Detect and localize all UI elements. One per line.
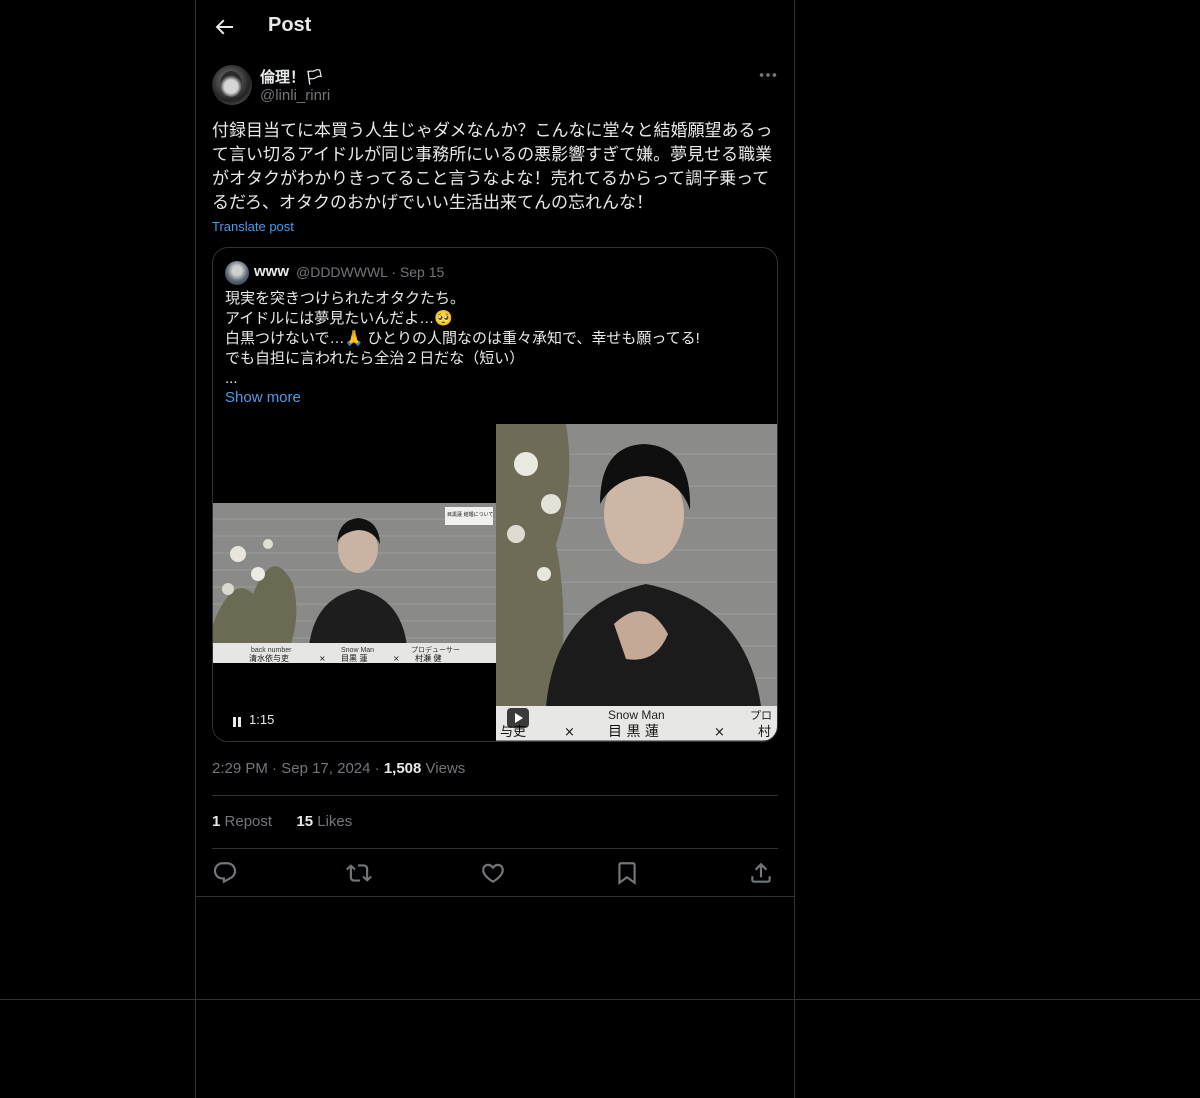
post-metadata: 2:29 PM · Sep 17, 2024 · 1,508 Views <box>212 760 465 777</box>
heart-icon[interactable] <box>480 860 506 886</box>
caption-name: 村瀬 健 <box>415 653 442 663</box>
quoted-line: 白黒つけないで…🙏 ひとりの人間なのは重々承知で、幸せも願ってる! <box>225 330 700 347</box>
author-handle[interactable]: @linli_rinri <box>260 87 330 104</box>
caption-name: 目黒 蓮 <box>341 653 368 663</box>
reposts-label: Repost <box>224 813 273 830</box>
show-more-link[interactable]: Show more <box>225 389 301 406</box>
caption-label: Snow Man <box>341 647 374 654</box>
quoted-author-avatar <box>225 261 249 285</box>
video-duration: 1:15 <box>249 712 275 727</box>
pause-icon[interactable] <box>231 716 243 728</box>
caption-label: back number <box>251 647 292 654</box>
video-player[interactable]: back number Snow Man プロデューサー 清水依与吏 × 目黒 … <box>213 424 496 741</box>
likes-count: 15 <box>296 813 314 830</box>
caption-name: 清水依与吏 <box>249 653 289 663</box>
engagement-stats: 1 Repost 15 Likes <box>212 813 352 830</box>
caption-label: Snow Man <box>608 708 665 722</box>
post-text: 付録目当てに本買う人生じゃダメなんか？こんなに堂々と結婚願望あるって言い切るアイ… <box>212 121 773 212</box>
arrow-left-icon[interactable] <box>212 15 236 39</box>
reposts-stat[interactable]: 1 Repost <box>212 813 272 830</box>
bookmark-icon[interactable] <box>614 860 640 886</box>
caption-cross: × <box>319 654 326 663</box>
page-title: Post <box>268 14 312 36</box>
views-count: 1,508 <box>383 760 422 777</box>
separator-dot: · <box>391 264 400 280</box>
reply-icon[interactable] <box>212 860 238 886</box>
quoted-line: ... <box>225 370 238 387</box>
author-avatar[interactable] <box>212 65 252 105</box>
timeline-divider <box>0 999 1200 1000</box>
quoted-author-name: www <box>254 263 290 280</box>
likes-label: Likes <box>317 813 353 830</box>
likes-stat[interactable]: 15 Likes <box>296 813 352 830</box>
reposts-count: 1 <box>212 813 221 830</box>
quoted-line: アイドルには夢見たいんだよ…🥺 <box>225 310 453 327</box>
views-label: Views <box>425 760 466 777</box>
post-date[interactable]: Sep 17, 2024 <box>281 760 370 777</box>
post-bottom-border <box>196 896 794 897</box>
quoted-line: 現実を突きつけられたオタクたち。 <box>225 290 466 307</box>
divider <box>212 848 778 849</box>
more-horizontal-icon[interactable] <box>756 64 780 86</box>
quoted-post-text: 現実を突きつけられたオタクたち。 アイドルには夢見たいんだよ…🥺 白黒つけないで… <box>225 289 765 389</box>
play-button[interactable] <box>507 708 529 728</box>
author-name[interactable]: 倫理！🏳 <box>260 66 324 87</box>
repost-icon[interactable] <box>346 860 372 886</box>
separator-dot: · <box>374 760 384 777</box>
caption-label: プロデューサー <box>411 645 460 654</box>
caption-name: 目 黒 蓮 <box>608 724 659 740</box>
share-icon[interactable] <box>748 860 774 886</box>
video-frame-right: Snow Man 目 黒 蓮 与吏 × × プロ 村 <box>496 424 777 741</box>
post-time[interactable]: 2:29 PM <box>212 760 268 777</box>
caption-cross: × <box>564 725 575 740</box>
quoted-author-handle: @DDDWWWL <box>296 264 388 280</box>
video-frame-left: back number Snow Man プロデューサー 清水依与吏 × 目黒 … <box>213 503 496 663</box>
caption-cross: × <box>393 654 400 663</box>
divider <box>212 795 778 796</box>
quoted-post[interactable]: www @DDDWWWL · Sep 15 現実を突きつけられたオタクたち。 ア… <box>212 247 778 742</box>
page-header: Post <box>196 0 794 54</box>
quoted-author-meta: @DDDWWWL · Sep 15 <box>296 264 444 280</box>
translate-post-link[interactable]: Translate post <box>212 219 294 234</box>
action-bar <box>212 860 778 886</box>
quoted-line: でも自担に言われたら全治２日だな（短い） <box>225 350 525 367</box>
main-column: Post 倫理！🏳 @linli_rinri 付録目当てに本買う人生じゃダメなん… <box>195 0 795 1098</box>
quoted-post-date: Sep 15 <box>399 264 445 280</box>
caption-cross: × <box>714 725 725 740</box>
play-icon <box>515 713 523 723</box>
caption-name-cut: 村 <box>758 725 771 740</box>
video-thumbnail[interactable]: Snow Man 目 黒 蓮 与吏 × × プロ 村 <box>496 424 777 741</box>
caption-label-cut: プロ <box>750 709 772 722</box>
separator-dot: · <box>272 760 282 777</box>
caption-sign: 目黒蓮 結婚について <box>447 511 493 518</box>
